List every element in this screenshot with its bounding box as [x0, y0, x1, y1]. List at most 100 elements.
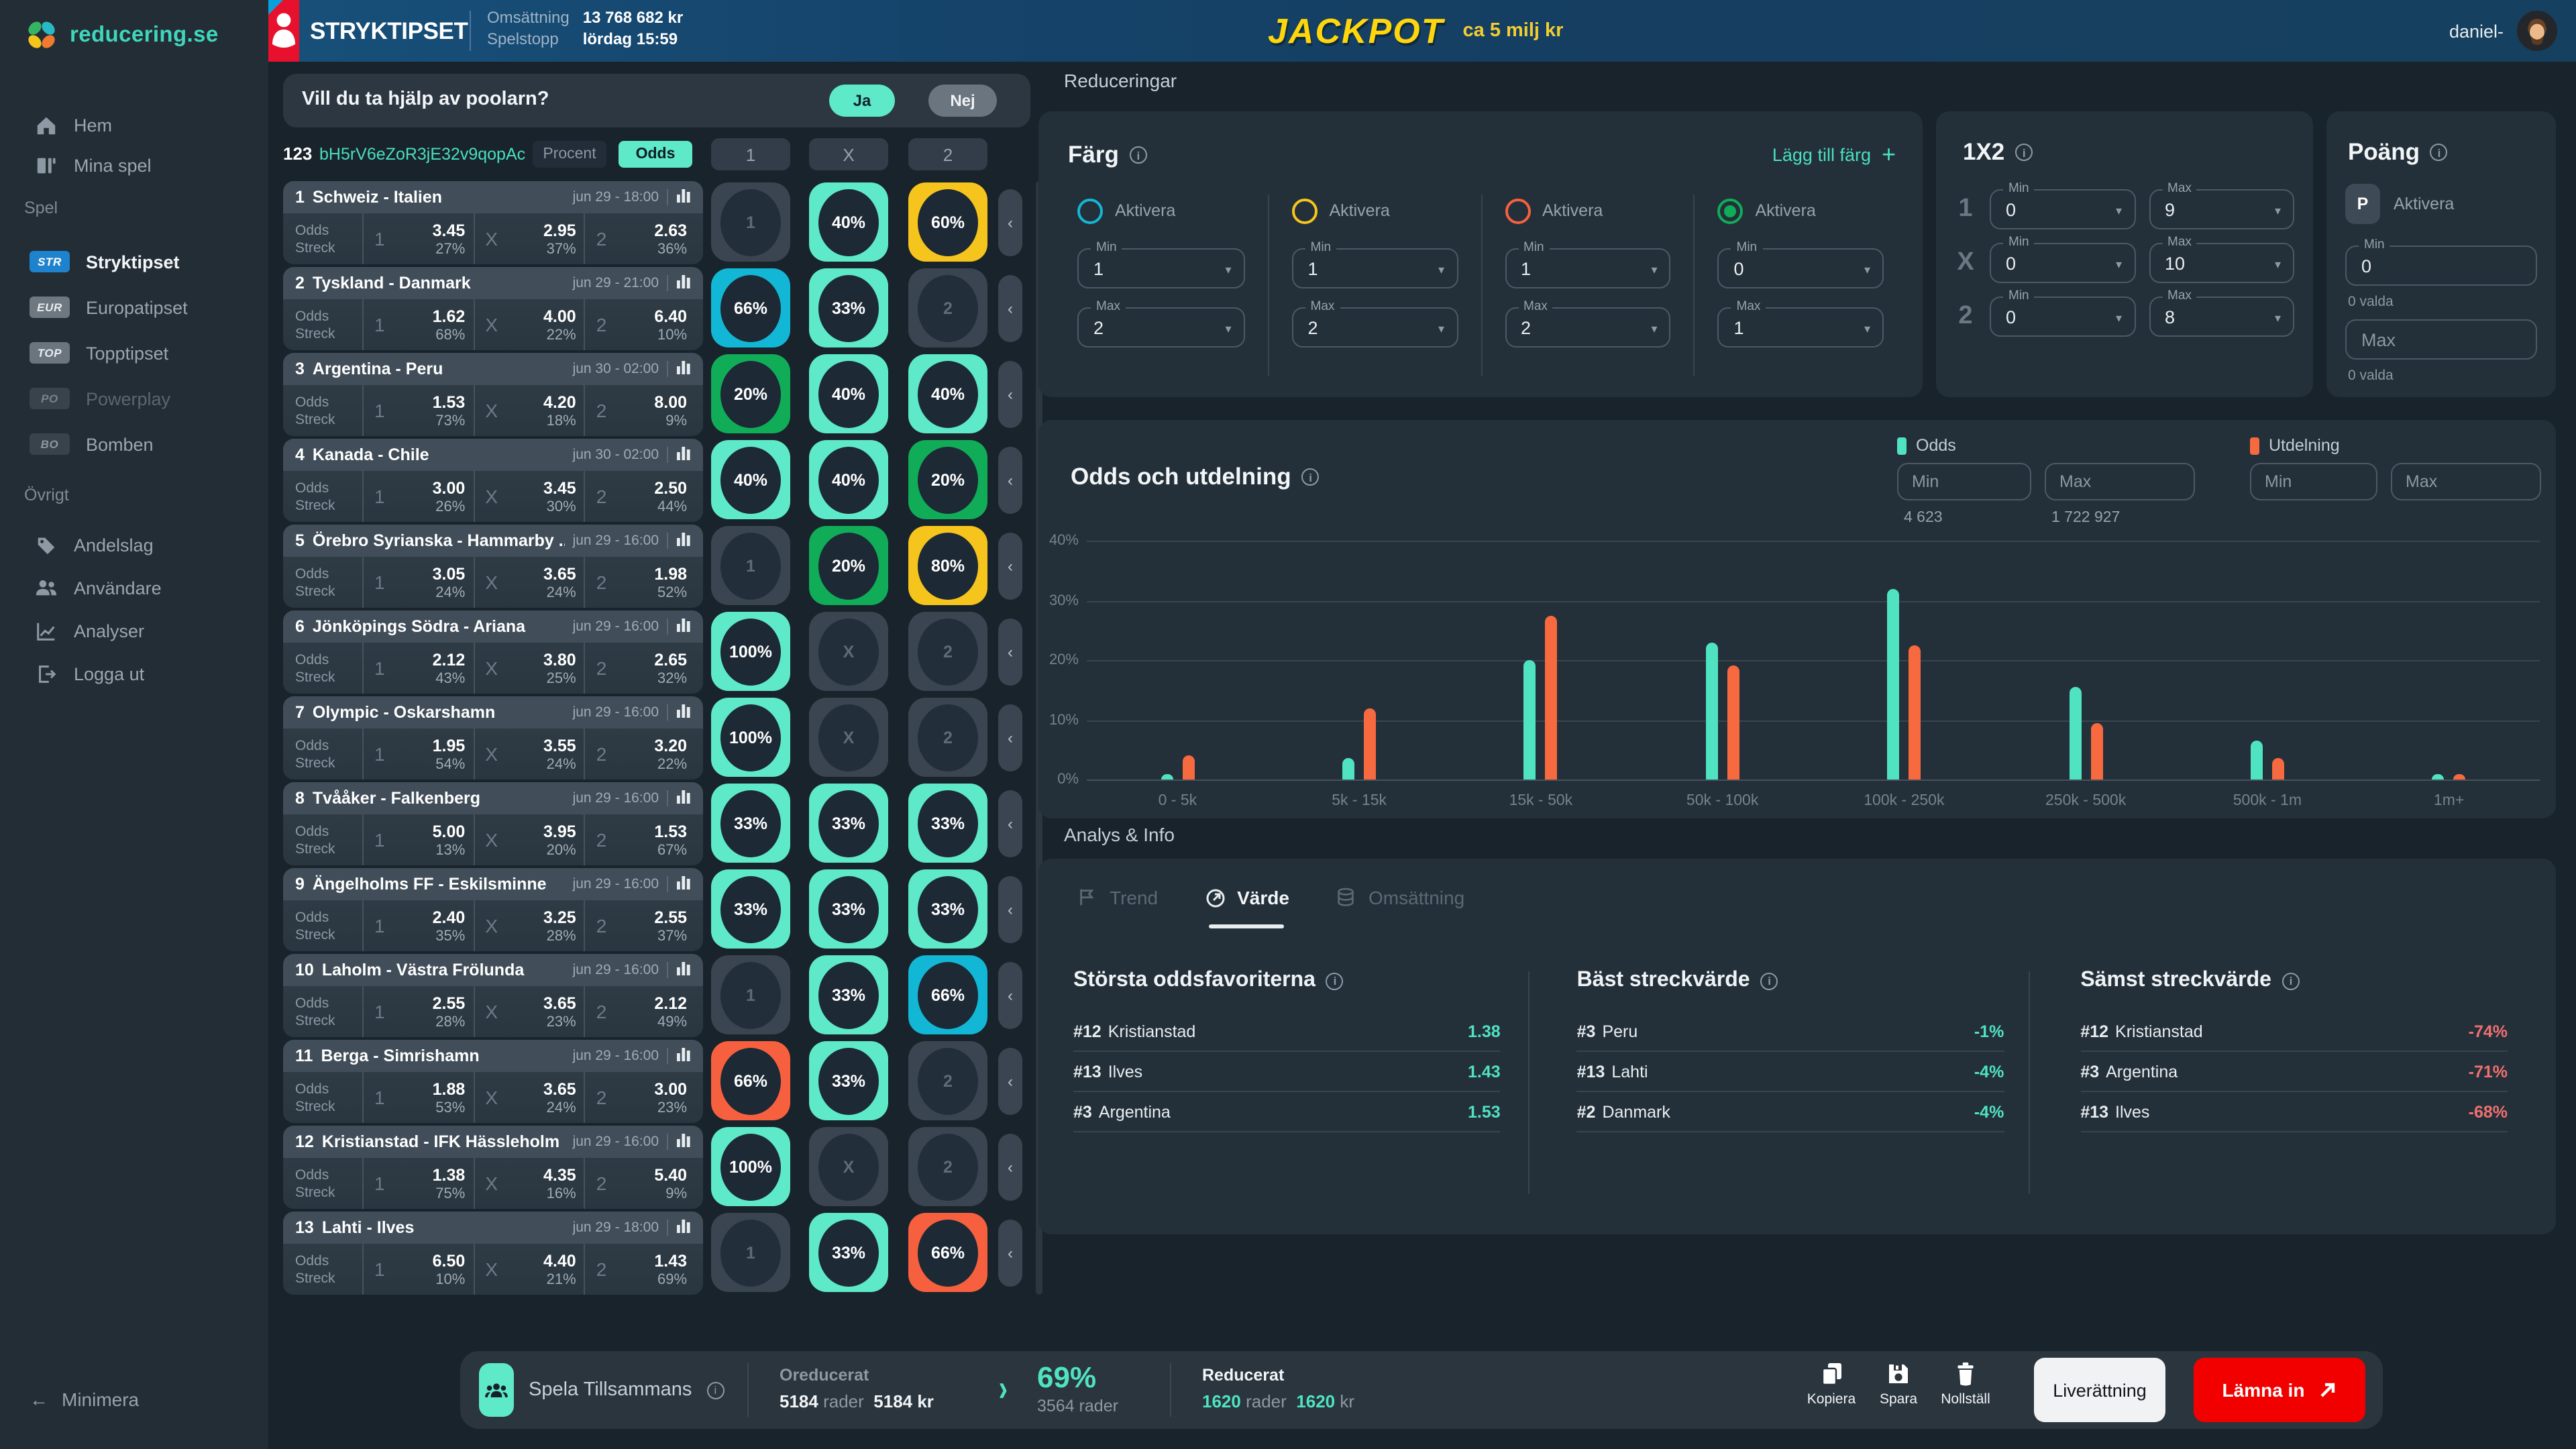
1x2-max-select[interactable]: Max10▾	[2149, 243, 2294, 283]
pick-button-2[interactable]: 33%	[908, 869, 987, 949]
sidebar-item-topptipset[interactable]: TOPTopptipset	[0, 330, 268, 376]
poang-min-select[interactable]: Min 0	[2345, 246, 2537, 286]
pick-button-x[interactable]: 40%	[809, 182, 888, 262]
stats-bars-icon[interactable]	[676, 786, 691, 810]
stats-bars-icon[interactable]	[676, 958, 691, 982]
collapse-row-button[interactable]: ‹	[998, 619, 1022, 686]
brand-link[interactable]: reducering.se	[24, 17, 219, 52]
pick-button-2[interactable]: 66%	[908, 1213, 987, 1292]
pick-button-x[interactable]: 40%	[809, 354, 888, 433]
collapse-row-button[interactable]: ‹	[998, 790, 1022, 857]
sidebar-item-analyser[interactable]: Analyser	[0, 609, 268, 652]
pick-button-1[interactable]: 1	[711, 955, 790, 1034]
sidebar-item-powerplay[interactable]: POPowerplay	[0, 376, 268, 421]
live-correction-button[interactable]: Liverättning	[2034, 1358, 2165, 1422]
pick-button-1[interactable]: 66%	[711, 268, 790, 347]
collapse-row-button[interactable]: ‹	[998, 962, 1022, 1029]
stats-bars-icon[interactable]	[676, 872, 691, 896]
collapse-row-button[interactable]: ‹	[998, 1134, 1022, 1201]
farg-min-select[interactable]: Min1▾	[1505, 248, 1671, 288]
pick-button-1[interactable]: 1	[711, 182, 790, 262]
1x2-max-select[interactable]: Max9▾	[2149, 189, 2294, 229]
pick-button-2[interactable]: 66%	[908, 955, 987, 1034]
1x2-min-select[interactable]: Min0▾	[1990, 297, 2135, 337]
collapse-row-button[interactable]: ‹	[998, 275, 1022, 342]
farg-min-select[interactable]: Min0▾	[1718, 248, 1884, 288]
pick-button-1[interactable]: 33%	[711, 784, 790, 863]
pick-button-1[interactable]: 40%	[711, 440, 790, 519]
color-radio[interactable]	[1292, 198, 1318, 223]
pick-button-2[interactable]: 33%	[908, 784, 987, 863]
collapse-row-button[interactable]: ‹	[998, 704, 1022, 771]
utdelning-min-input[interactable]: Min	[2250, 463, 2377, 500]
pick-button-2[interactable]: 80%	[908, 526, 987, 605]
color-radio[interactable]	[1505, 198, 1530, 223]
pick-button-2[interactable]: 2	[908, 698, 987, 777]
sidebar-item-mina-spel[interactable]: Mina spel	[0, 145, 268, 185]
odds-min-input[interactable]: Min	[1897, 463, 2031, 500]
add-color-button[interactable]: Lägg till färg +	[1772, 141, 1896, 169]
pool-no-button[interactable]: Nej	[928, 85, 997, 117]
farg-min-select[interactable]: Min1▾	[1292, 248, 1458, 288]
stats-bars-icon[interactable]	[676, 357, 691, 381]
pick-button-x[interactable]: 33%	[809, 784, 888, 863]
stats-bars-icon[interactable]	[676, 700, 691, 724]
save-button[interactable]: Spara	[1865, 1362, 1932, 1407]
collapse-row-button[interactable]: ‹	[998, 876, 1022, 943]
sidebar-item-stryktipset[interactable]: STRStryktipset	[0, 239, 268, 284]
pick-button-2[interactable]: 2	[908, 1127, 987, 1206]
collapse-row-button[interactable]: ‹	[998, 447, 1022, 514]
pick-button-x[interactable]: 20%	[809, 526, 888, 605]
info-icon[interactable]: i	[2282, 972, 2300, 989]
poang-p-button[interactable]: P	[2345, 184, 2380, 224]
tab-trend[interactable]: Trend	[1076, 885, 1158, 928]
pick-button-x[interactable]: 40%	[809, 440, 888, 519]
reset-button[interactable]: Nollställ	[1932, 1362, 1999, 1407]
farg-max-select[interactable]: Max2▾	[1292, 307, 1458, 347]
pick-button-x[interactable]: 33%	[809, 869, 888, 949]
stats-bars-icon[interactable]	[676, 443, 691, 467]
info-icon[interactable]: i	[1302, 468, 1320, 486]
procent-toggle[interactable]: Procent	[533, 141, 606, 168]
pick-button-2[interactable]: 2	[908, 268, 987, 347]
collapse-row-button[interactable]: ‹	[998, 533, 1022, 600]
pick-button-1[interactable]: 20%	[711, 354, 790, 433]
color-radio[interactable]	[1077, 198, 1103, 223]
tab-v-rde[interactable]: Värde	[1203, 885, 1289, 928]
1x2-min-select[interactable]: Min0▾	[1990, 243, 2135, 283]
pick-button-x[interactable]: 33%	[809, 955, 888, 1034]
sidebar-item-anv-ndare[interactable]: Användare	[0, 566, 268, 609]
collapse-row-button[interactable]: ‹	[998, 1220, 1022, 1287]
stats-bars-icon[interactable]	[676, 1044, 691, 1068]
collapse-row-button[interactable]: ‹	[998, 361, 1022, 428]
info-icon[interactable]: i	[2430, 144, 2448, 161]
pool-yes-button[interactable]: Ja	[829, 85, 895, 117]
farg-max-select[interactable]: Max1▾	[1718, 307, 1884, 347]
pick-button-x[interactable]: 33%	[809, 268, 888, 347]
stats-bars-icon[interactable]	[676, 529, 691, 553]
odds-max-input[interactable]: Max	[2045, 463, 2195, 500]
pick-button-x[interactable]: 33%	[809, 1041, 888, 1120]
copy-button[interactable]: Kopiera	[1798, 1362, 1865, 1407]
1x2-min-select[interactable]: Min0▾	[1990, 189, 2135, 229]
farg-max-select[interactable]: Max2▾	[1077, 307, 1245, 347]
farg-min-select[interactable]: Min1▾	[1077, 248, 1245, 288]
minimize-button[interactable]: ← Minimera	[30, 1389, 139, 1410]
pick-button-1[interactable]: 100%	[711, 612, 790, 691]
avatar[interactable]	[2517, 11, 2557, 51]
pick-button-x[interactable]: 33%	[809, 1213, 888, 1292]
collapse-row-button[interactable]: ‹	[998, 1048, 1022, 1115]
info-icon[interactable]: i	[1130, 146, 1147, 164]
stats-bars-icon[interactable]	[676, 271, 691, 295]
stats-bars-icon[interactable]	[676, 614, 691, 639]
sidebar-item-hem[interactable]: Hem	[0, 105, 268, 145]
tab-oms-ttning[interactable]: Omsättning	[1335, 885, 1464, 928]
stats-bars-icon[interactable]	[676, 185, 691, 209]
pick-button-2[interactable]: 20%	[908, 440, 987, 519]
play-together-button[interactable]	[479, 1363, 514, 1417]
info-icon[interactable]: i	[1326, 972, 1344, 989]
stats-bars-icon[interactable]	[676, 1216, 691, 1240]
pick-button-2[interactable]: 60%	[908, 182, 987, 262]
sidebar-item-europatipset[interactable]: EUREuropatipset	[0, 284, 268, 330]
pick-button-2[interactable]: 2	[908, 612, 987, 691]
